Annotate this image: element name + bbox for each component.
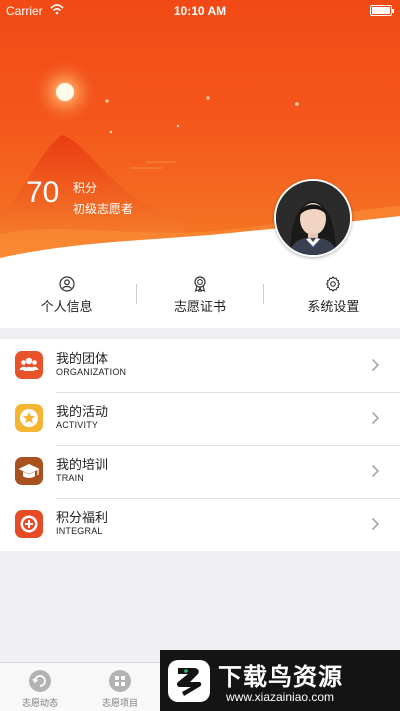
chevron-right-icon: [371, 464, 380, 478]
divider: [263, 284, 264, 304]
points-unit: 积分: [73, 181, 98, 195]
tab-volunteer-news[interactable]: 志愿动态: [0, 663, 80, 711]
divider: [136, 284, 137, 304]
quick-actions: 个人信息 志愿证书 系统设置: [0, 262, 400, 328]
avatar-photo: [276, 181, 350, 255]
refresh-icon: [29, 670, 51, 692]
chevron-right-icon: [371, 517, 380, 531]
volunteer-level: 初级志愿者: [73, 202, 134, 216]
tab-volunteer-projects[interactable]: 志愿项目: [80, 663, 160, 711]
personal-info-label: 个人信息: [40, 300, 93, 315]
points-value: 70: [26, 176, 60, 209]
menu-list: 我的团体 ORGANIZATION 我的活动 ACTIVITY 我的培训 TRA…: [0, 339, 400, 551]
status-bar: Carrier 10:10 AM: [0, 0, 400, 22]
person-icon: [59, 276, 75, 292]
menu-item-integral[interactable]: 积分福利 INTEGRAL: [0, 498, 400, 551]
system-settings-button[interactable]: 系统设置: [267, 262, 400, 328]
medal-icon: [194, 276, 206, 292]
certificate-button[interactable]: 志愿证书: [133, 262, 266, 328]
menu-item-activity[interactable]: 我的活动 ACTIVITY: [0, 392, 400, 445]
bird-logo-icon: [168, 660, 210, 702]
menu-item-organization[interactable]: 我的团体 ORGANIZATION: [0, 339, 400, 392]
menu-subtitle: INTEGRAL: [56, 526, 103, 536]
points-icon: [15, 510, 43, 538]
clock: 10:10 AM: [173, 4, 227, 18]
chevron-right-icon: [371, 411, 380, 425]
menu-item-train[interactable]: 我的培训 TRAIN: [0, 445, 400, 498]
grid-icon: [109, 670, 131, 692]
menu-title: 我的团体: [56, 352, 109, 367]
menu-title: 我的活动: [56, 405, 109, 420]
watermark: 下载鸟资源 www.xiazainiao.com: [160, 650, 400, 711]
gear-icon: [326, 276, 341, 292]
tab-label: 志愿动态: [21, 699, 58, 709]
tab-label: 志愿项目: [101, 699, 138, 709]
profile-header: Carrier 10:10 AM 70 积分 初级志愿者: [0, 0, 400, 262]
menu-subtitle: ACTIVITY: [56, 420, 99, 430]
watermark-title: 下载鸟资源: [218, 663, 343, 691]
system-settings-label: 系统设置: [307, 300, 360, 315]
graduation-cap-icon: [15, 457, 43, 485]
star-icon: [15, 404, 43, 432]
menu-subtitle: TRAIN: [56, 473, 84, 483]
certificate-label: 志愿证书: [173, 300, 226, 315]
avatar[interactable]: [274, 179, 352, 257]
menu-title: 积分福利: [56, 511, 109, 526]
personal-info-button[interactable]: 个人信息: [0, 262, 133, 328]
menu-subtitle: ORGANIZATION: [56, 367, 127, 377]
battery-icon: [370, 5, 394, 16]
watermark-url: www.xiazainiao.com: [226, 690, 335, 704]
group-icon: [15, 351, 43, 379]
menu-title: 我的培训: [56, 458, 109, 473]
chevron-right-icon: [371, 358, 380, 372]
